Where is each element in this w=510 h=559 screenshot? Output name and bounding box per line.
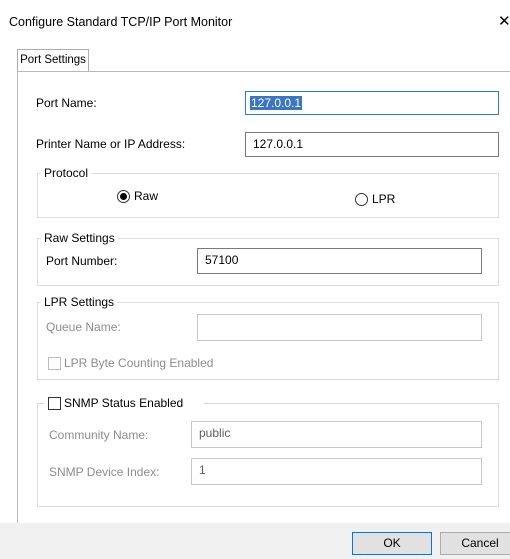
port-name-value: 127.0.0.1 (250, 96, 303, 110)
lpr-radio-label[interactable]: LPR (372, 192, 395, 206)
community-name-label: Community Name: (49, 428, 149, 442)
lpr-byte-counting-checkbox[interactable] (48, 357, 61, 370)
dialog-footer: OK Cancel (0, 523, 510, 559)
cancel-button[interactable]: Cancel (440, 532, 510, 555)
ok-button[interactable]: OK (352, 532, 432, 555)
raw-radio-label[interactable]: Raw (134, 189, 158, 203)
printer-address-input[interactable]: 127.0.0.1 (245, 132, 499, 157)
printer-address-label: Printer Name or IP Address: (36, 137, 186, 151)
lpr-byte-counting-label: LPR Byte Counting Enabled (64, 356, 214, 370)
queue-name-input[interactable] (197, 314, 482, 341)
lpr-settings-legend: LPR Settings (41, 295, 118, 309)
tab-port-settings[interactable]: Port Settings (17, 49, 89, 71)
port-number-input[interactable]: 57100 (197, 248, 482, 274)
close-icon[interactable]: ✕ (498, 12, 510, 30)
port-name-label: Port Name: (36, 96, 97, 110)
protocol-group (37, 173, 499, 218)
lpr-radio[interactable] (355, 193, 368, 206)
raw-settings-legend: Raw Settings (41, 231, 118, 245)
window-title: Configure Standard TCP/IP Port Monitor (9, 15, 233, 29)
port-number-label: Port Number: (46, 254, 118, 268)
snmp-group (37, 403, 499, 507)
queue-name-label: Queue Name: (46, 320, 121, 334)
protocol-legend: Protocol (41, 166, 92, 180)
raw-radio[interactable] (117, 190, 130, 203)
title-bar: Configure Standard TCP/IP Port Monitor ✕ (0, 0, 510, 42)
snmp-enabled-checkbox[interactable] (48, 397, 61, 410)
snmp-enabled-label[interactable]: SNMP Status Enabled (64, 396, 183, 410)
community-name-input[interactable]: public (191, 421, 482, 448)
snmp-device-index-input[interactable]: 1 (191, 458, 482, 485)
snmp-device-index-label: SNMP Device Index: (49, 465, 160, 479)
port-name-input[interactable]: 127.0.0.1 (245, 91, 499, 115)
